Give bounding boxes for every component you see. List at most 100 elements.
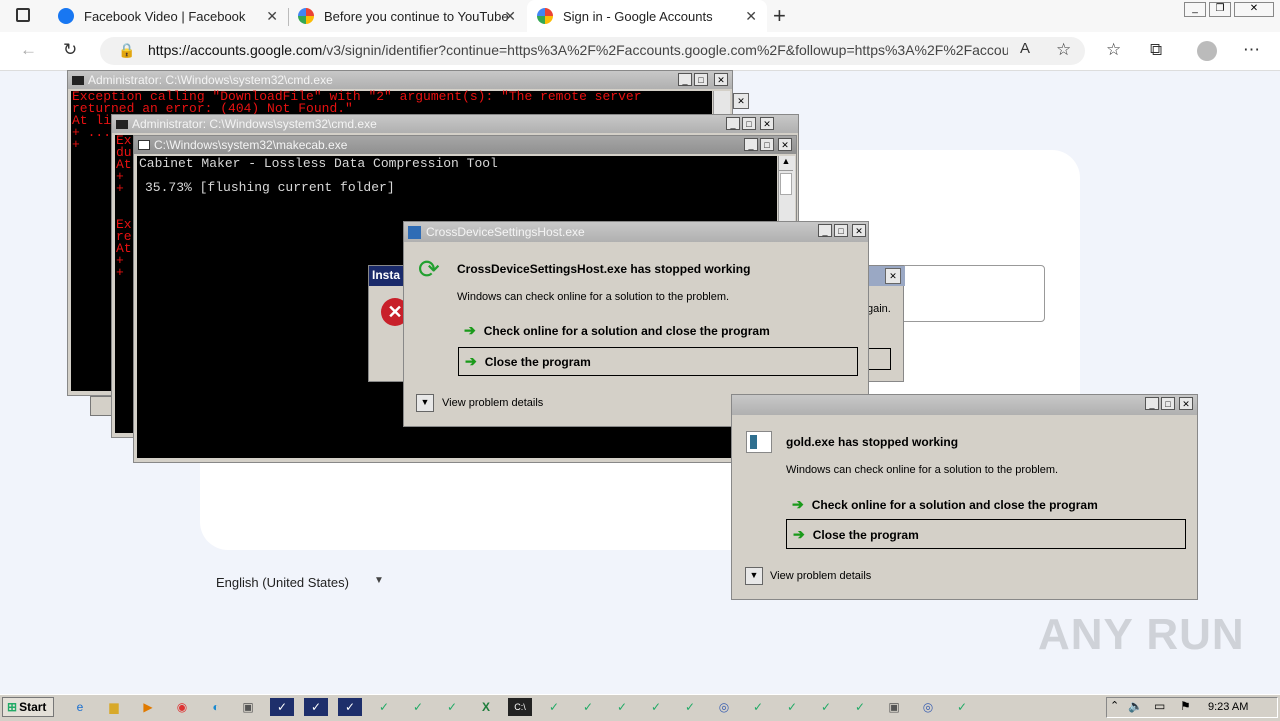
chrome-icon[interactable]: ◉ [170,698,194,716]
task-window-icon[interactable]: ✓ [780,698,804,716]
task-window-icon[interactable]: ✓ [270,698,294,716]
url-text[interactable]: https://accounts.google.com/v3/signin/id… [148,42,1008,58]
excel-icon[interactable]: X [474,698,498,716]
close-icon[interactable]: ✕ [852,224,866,237]
check-online-option[interactable]: ➔ Check online for a solution and close … [464,322,770,339]
settings-app-icon[interactable]: ◎ [712,698,736,716]
app-window-icon[interactable]: ▣ [882,698,906,716]
lock-icon[interactable]: 🔒 [118,42,135,59]
media-player-icon[interactable]: ▶ [136,698,160,716]
task-window-icon[interactable]: ✓ [814,698,838,716]
close-program-option[interactable]: ➔ Close the program [458,347,858,376]
console-progress: 35.73% [flushing current folder] [145,180,395,195]
dialog-message: Windows can check online for a solution … [457,291,730,303]
minimize-icon[interactable]: _ [726,117,740,130]
console-taskbar-icon[interactable]: C:\ [508,698,532,716]
window-title: C:\Windows\system32\makecab.exe [154,138,348,152]
dialog-heading: gold.exe has stopped working [786,435,959,449]
view-details-link[interactable]: View problem details [442,397,543,409]
tab-label: Facebook Video | Facebook [84,8,246,24]
view-details-link[interactable]: View problem details [770,570,871,582]
restore-icon[interactable]: ❐ [1209,2,1231,17]
minimize-icon[interactable]: _ [1184,2,1206,17]
close-icon[interactable]: ✕ [504,8,516,25]
tab-youtube[interactable]: Before you continue to YouTube ✕ [288,0,526,32]
task-window-icon[interactable]: ✓ [746,698,770,716]
folder-icon[interactable]: ▆ [102,698,126,716]
cmd-window-1-titlebar[interactable]: Administrator: C:\Windows\system32\cmd.e… [68,71,732,89]
add-favorite-icon[interactable]: ☆ [1056,40,1071,60]
volume-icon[interactable]: 🔈 [1128,699,1143,713]
action-center-flag-icon[interactable]: ⚑ [1180,699,1191,713]
tab-actions-icon[interactable] [16,8,30,22]
app-icon [746,431,772,453]
tab-facebook[interactable]: Facebook Video | Facebook ✕ [48,0,288,32]
close-icon[interactable]: ✕ [714,73,728,86]
task-window-icon[interactable]: ✓ [610,698,634,716]
profile-avatar[interactable] [1197,41,1217,61]
close-icon[interactable]: ✕ [1179,397,1193,410]
close-icon[interactable]: ✕ [778,138,792,151]
maximize-icon[interactable]: □ [760,138,774,151]
network-icon[interactable]: ▭ [1154,699,1165,713]
cmd-window-2-titlebar[interactable]: Administrator: C:\Windows\system32\cmd.e… [112,115,798,133]
google-icon [298,8,314,24]
window-title: Administrator: C:\Windows\system32\cmd.e… [88,73,333,87]
task-window-icon[interactable]: ✓ [338,698,362,716]
task-window-icon[interactable]: ✓ [542,698,566,716]
more-menu-icon[interactable]: ⋯ [1243,40,1260,60]
minimize-icon[interactable]: _ [1145,397,1159,410]
maximize-icon[interactable]: □ [742,117,756,130]
scroll-up-icon[interactable]: ▲ [779,156,793,171]
minimize-icon[interactable]: _ [678,73,692,86]
minimize-icon[interactable]: _ [818,224,832,237]
task-window-icon[interactable]: ✓ [406,698,430,716]
task-window-icon[interactable]: ✓ [372,698,396,716]
task-window-icon[interactable]: ✓ [304,698,328,716]
task-window-icon[interactable]: ✓ [440,698,464,716]
task-window-icon[interactable]: ✓ [576,698,600,716]
new-tab-icon[interactable]: + [773,3,786,29]
maximize-icon[interactable]: □ [834,224,848,237]
clock[interactable]: 9:23 AM [1208,701,1248,713]
back-icon[interactable]: ← [20,40,37,60]
show-hidden-icons-icon[interactable]: ⌃ [1110,699,1119,712]
collections-icon[interactable]: ⧉ [1150,40,1162,60]
gold-titlebar[interactable]: _ □ ✕ [732,395,1197,415]
favorites-icon[interactable]: ☆ [1106,40,1121,60]
close-icon[interactable]: ✕ [745,8,757,25]
close-icon[interactable]: ✕ [885,268,901,284]
read-aloud-icon[interactable]: A [1020,40,1030,57]
scroll-thumb[interactable] [780,173,792,195]
expand-details-icon[interactable]: ▼ [745,567,763,585]
gold-error-dialog[interactable]: _ □ ✕ gold.exe has stopped working Windo… [731,394,1198,600]
close-program-option[interactable]: ➔ Close the program [786,519,1186,549]
start-button[interactable]: ⊞ Start [2,697,54,717]
tab-google-signin[interactable]: Sign in - Google Accounts ✕ [527,0,767,32]
check-online-option[interactable]: ➔ Check online for a solution and close … [792,496,1098,513]
maximize-icon[interactable]: □ [694,73,708,86]
close-icon[interactable]: ✕ [266,8,278,25]
ie-icon[interactable]: e [68,698,92,716]
language-selector[interactable]: English (United States) [216,575,349,590]
task-window-icon[interactable]: ✓ [644,698,668,716]
chevron-down-icon[interactable]: ▼ [374,575,384,586]
window-title: Administrator: C:\Windows\system32\cmd.e… [132,117,377,131]
makecab-titlebar[interactable]: C:\Windows\system32\makecab.exe _ □ ✕ [134,136,796,154]
window-close-icon[interactable]: ✕ [1234,2,1274,17]
task-window-icon[interactable]: ✓ [950,698,974,716]
edge-icon[interactable]: ◐ [204,698,228,716]
close-icon[interactable]: ✕ [733,93,749,109]
refresh-icon[interactable]: ↻ [63,40,77,60]
maximize-icon[interactable]: □ [1161,397,1175,410]
window-edge [90,396,112,416]
settings-app-icon[interactable]: ◎ [916,698,940,716]
task-window-icon[interactable]: ✓ [678,698,702,716]
close-icon[interactable]: ✕ [760,117,774,130]
minimize-icon[interactable]: _ [744,138,758,151]
app-window-icon[interactable]: ▣ [236,698,260,716]
expand-details-icon[interactable]: ▼ [416,394,434,412]
crossdevice-titlebar[interactable]: CrossDeviceSettingsHost.exe _ □ ✕ [404,222,868,242]
task-window-icon[interactable]: ✓ [848,698,872,716]
green-arrow-icon: ➔ [793,526,805,542]
